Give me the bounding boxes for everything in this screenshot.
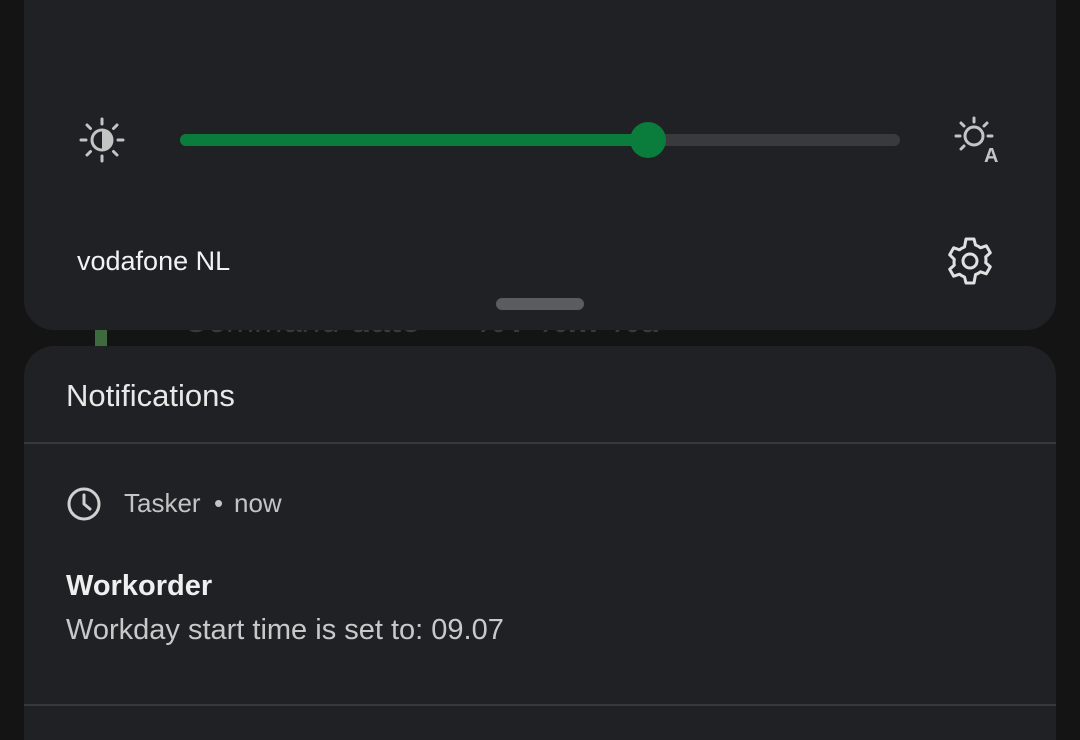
notification-shade-screen: Command date + "%Y-%m-%d" (0, 0, 1080, 740)
brightness-row: A (24, 100, 1056, 180)
svg-text:A: A (984, 145, 998, 164)
auto-brightness-icon[interactable]: A (952, 116, 1000, 164)
brightness-low-icon (79, 117, 125, 163)
panel-drag-handle[interactable] (496, 298, 584, 310)
notifications-panel: Notifications Tasker • now Workorder Wor… (24, 346, 1056, 740)
notification-app-row: Tasker • now (66, 484, 666, 524)
quick-settings-panel: A vodafone NL (24, 0, 1056, 330)
clock-icon (67, 487, 101, 521)
notification-divider (24, 704, 1056, 706)
notification-app-name: Tasker (124, 488, 201, 518)
notifications-header: Notifications (66, 378, 235, 413)
brightness-slider[interactable] (180, 122, 900, 158)
notification-separator: • (214, 488, 224, 518)
header-divider (24, 442, 1056, 444)
brightness-slider-thumb[interactable] (630, 122, 666, 158)
notification-title: Workorder (66, 570, 213, 602)
brightness-slider-fill (180, 134, 648, 146)
settings-gear-icon[interactable] (944, 235, 996, 287)
notification-time: now (234, 488, 282, 518)
carrier-name: vodafone NL (77, 246, 231, 276)
notification-text: Workday start time is set to: 09.07 (66, 614, 504, 646)
